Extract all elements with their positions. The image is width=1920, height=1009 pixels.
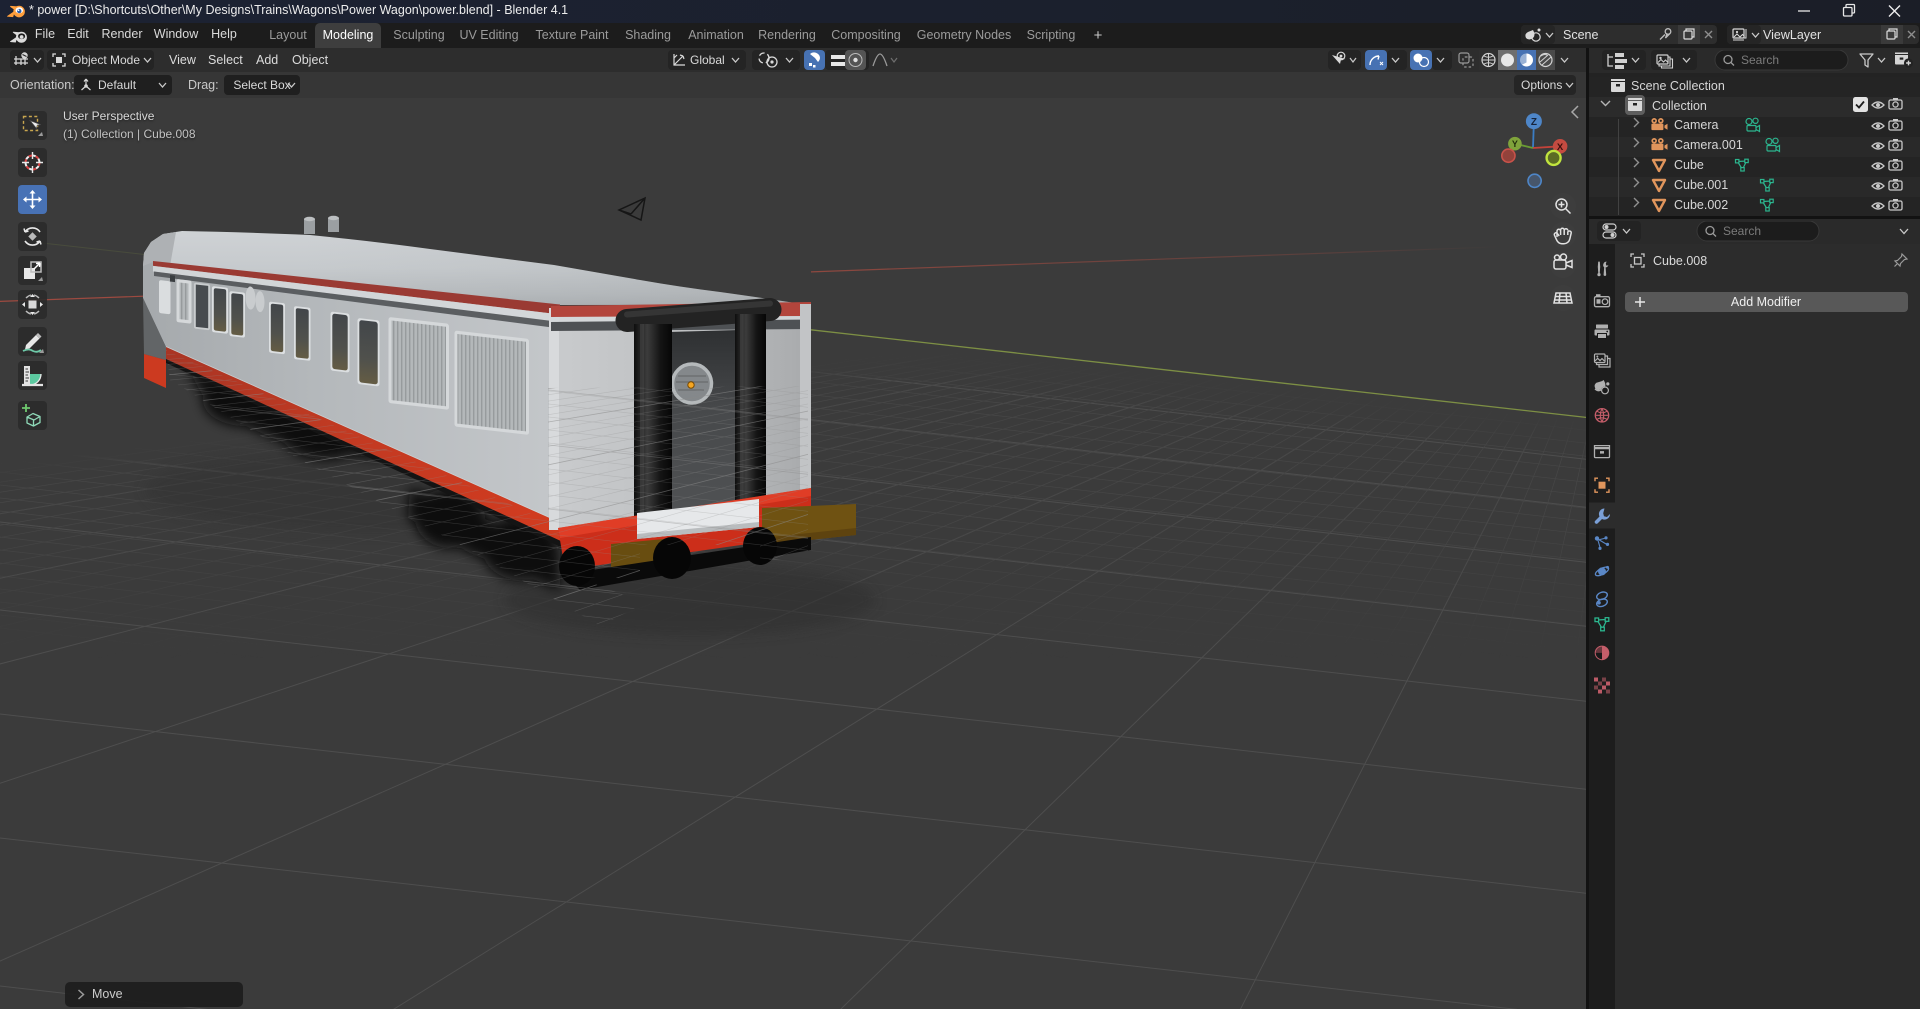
svg-text:Search: Search xyxy=(1723,224,1761,238)
svg-text:ViewLayer: ViewLayer xyxy=(1763,28,1821,42)
svg-text:Add Modifier: Add Modifier xyxy=(1731,295,1801,309)
svg-text:Scene: Scene xyxy=(1563,28,1598,42)
svg-text:Cube.002: Cube.002 xyxy=(1674,198,1728,212)
svg-text:Camera: Camera xyxy=(1674,118,1719,132)
svg-text:Camera.001: Camera.001 xyxy=(1674,138,1743,152)
svg-text:Scene Collection: Scene Collection xyxy=(1631,79,1725,93)
svg-text:Cube: Cube xyxy=(1674,158,1704,172)
svg-text:Collection: Collection xyxy=(1652,99,1707,113)
svg-text:Cube.008: Cube.008 xyxy=(1653,254,1707,268)
svg-text:Cube.001: Cube.001 xyxy=(1674,178,1728,192)
svg-text:Search: Search xyxy=(1741,53,1779,67)
